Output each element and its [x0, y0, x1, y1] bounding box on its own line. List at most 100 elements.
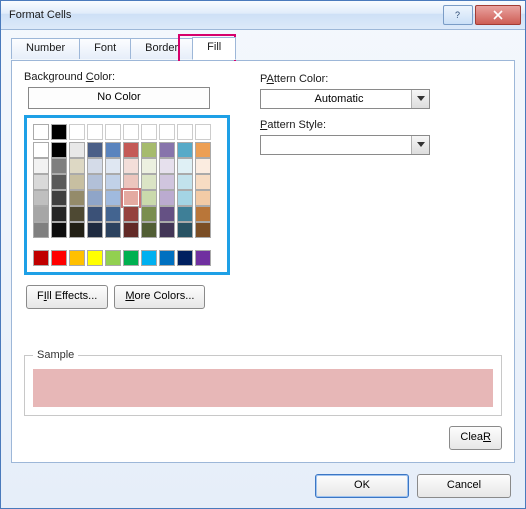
- swatch[interactable]: [177, 158, 193, 174]
- swatch[interactable]: [87, 206, 103, 222]
- palette-row: [33, 222, 221, 238]
- swatch[interactable]: [123, 222, 139, 238]
- swatch[interactable]: [51, 222, 67, 238]
- ok-button[interactable]: OK: [315, 474, 409, 498]
- swatch[interactable]: [87, 174, 103, 190]
- swatch[interactable]: [51, 190, 67, 206]
- swatch[interactable]: [51, 250, 67, 266]
- swatch[interactable]: [33, 124, 49, 140]
- swatch[interactable]: [69, 222, 85, 238]
- swatch[interactable]: [177, 250, 193, 266]
- swatch[interactable]: [105, 142, 121, 158]
- swatch[interactable]: [105, 206, 121, 222]
- swatch[interactable]: [141, 250, 157, 266]
- pattern-color-combo[interactable]: Automatic: [260, 89, 430, 109]
- fill-effects-button[interactable]: FIll Effects...: [26, 285, 108, 309]
- swatch[interactable]: [141, 190, 157, 206]
- swatch[interactable]: [33, 206, 49, 222]
- swatch[interactable]: [87, 250, 103, 266]
- palette-header-row: [33, 124, 221, 140]
- swatch[interactable]: [51, 174, 67, 190]
- swatch[interactable]: [123, 158, 139, 174]
- swatch[interactable]: [195, 222, 211, 238]
- swatch[interactable]: [159, 250, 175, 266]
- swatch[interactable]: [195, 174, 211, 190]
- close-button[interactable]: [475, 5, 521, 25]
- swatch[interactable]: [159, 206, 175, 222]
- swatch[interactable]: [195, 250, 211, 266]
- swatch[interactable]: [177, 174, 193, 190]
- swatch[interactable]: [105, 158, 121, 174]
- swatch[interactable]: [177, 190, 193, 206]
- swatch[interactable]: [123, 250, 139, 266]
- swatch[interactable]: [177, 206, 193, 222]
- swatch[interactable]: [159, 222, 175, 238]
- background-color-hotkey: C: [86, 71, 94, 83]
- tab-border[interactable]: Border: [130, 38, 193, 59]
- swatch[interactable]: [105, 190, 121, 206]
- swatch[interactable]: [69, 250, 85, 266]
- swatch[interactable]: [69, 142, 85, 158]
- palette-row: [33, 174, 221, 190]
- swatch[interactable]: [141, 206, 157, 222]
- swatch[interactable]: [159, 174, 175, 190]
- swatch[interactable]: [159, 158, 175, 174]
- swatch[interactable]: [123, 190, 139, 206]
- swatch[interactable]: [141, 222, 157, 238]
- help-button[interactable]: ?: [443, 5, 473, 25]
- swatch[interactable]: [141, 174, 157, 190]
- pattern-style-combo[interactable]: [260, 135, 430, 155]
- swatch[interactable]: [195, 142, 211, 158]
- color-palette: [33, 124, 221, 266]
- no-color-button[interactable]: No Color: [28, 87, 210, 109]
- fill-panel: Background Color: No Color: [11, 61, 515, 463]
- swatch[interactable]: [51, 206, 67, 222]
- swatch[interactable]: [195, 190, 211, 206]
- swatch[interactable]: [105, 250, 121, 266]
- swatch[interactable]: [69, 174, 85, 190]
- swatch[interactable]: [51, 158, 67, 174]
- swatch[interactable]: [69, 158, 85, 174]
- swatch[interactable]: [33, 142, 49, 158]
- swatch-empty: [195, 124, 211, 140]
- swatch-empty: [123, 124, 139, 140]
- swatch[interactable]: [69, 190, 85, 206]
- swatch[interactable]: [105, 174, 121, 190]
- fill-effects-hotkey: I: [44, 290, 47, 302]
- swatch[interactable]: [87, 190, 103, 206]
- swatch[interactable]: [123, 206, 139, 222]
- tab-fill[interactable]: Fill: [192, 37, 236, 60]
- swatch[interactable]: [87, 222, 103, 238]
- cancel-button[interactable]: Cancel: [417, 474, 511, 498]
- swatch[interactable]: [123, 174, 139, 190]
- tab-font[interactable]: Font: [79, 38, 131, 59]
- format-cells-dialog: Format Cells ? Number Font Border Fill B…: [0, 0, 526, 509]
- swatch[interactable]: [141, 142, 157, 158]
- swatch[interactable]: [33, 250, 49, 266]
- palette-row: [33, 190, 221, 206]
- swatch[interactable]: [51, 124, 67, 140]
- dialog-footer: OK Cancel: [315, 474, 511, 498]
- swatch[interactable]: [33, 174, 49, 190]
- swatch[interactable]: [123, 142, 139, 158]
- swatch[interactable]: [33, 158, 49, 174]
- clear-button[interactable]: CleaR: [449, 426, 502, 450]
- standard-colors-row: [33, 250, 221, 266]
- swatch[interactable]: [177, 142, 193, 158]
- swatch[interactable]: [33, 190, 49, 206]
- tab-number[interactable]: Number: [11, 38, 80, 59]
- swatch[interactable]: [195, 158, 211, 174]
- swatch[interactable]: [69, 206, 85, 222]
- swatch[interactable]: [141, 158, 157, 174]
- more-colors-button[interactable]: More Colors...: [114, 285, 205, 309]
- swatch[interactable]: [51, 142, 67, 158]
- swatch[interactable]: [105, 222, 121, 238]
- swatch[interactable]: [159, 190, 175, 206]
- swatch[interactable]: [87, 142, 103, 158]
- swatch[interactable]: [33, 222, 49, 238]
- swatch[interactable]: [195, 206, 211, 222]
- swatch[interactable]: [177, 222, 193, 238]
- swatch[interactable]: [159, 142, 175, 158]
- swatch-empty: [159, 124, 175, 140]
- swatch[interactable]: [87, 158, 103, 174]
